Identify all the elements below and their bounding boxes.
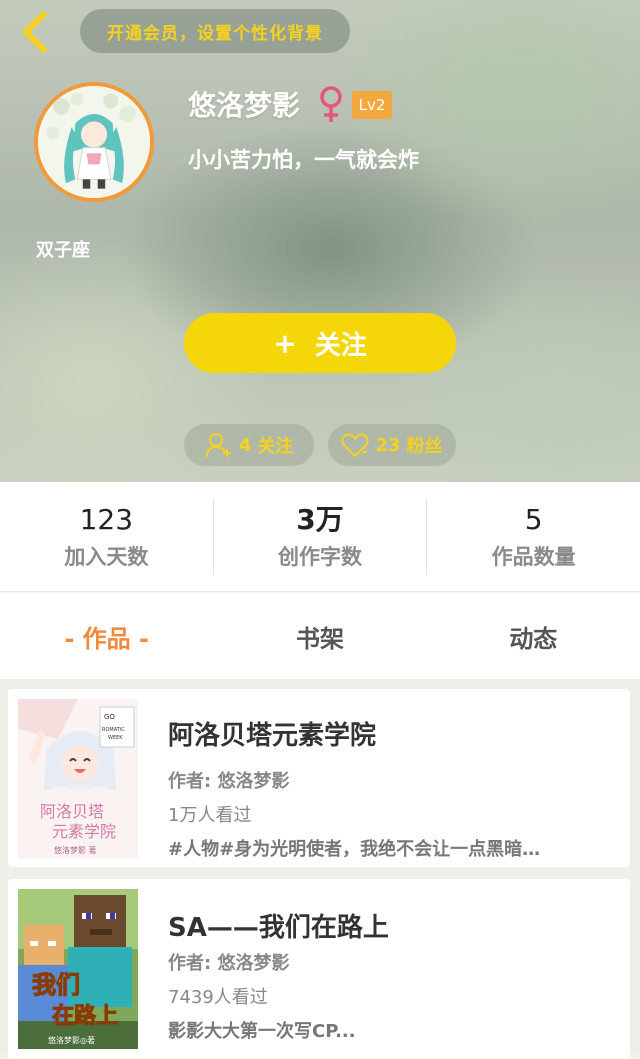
back-button[interactable] [16,8,56,56]
cover-author-text: 悠洛梦影◎著 [48,1035,95,1045]
follow-button-label: 关注 [314,330,367,361]
bio-text: 小小苦力怕，一气就会炸 [188,148,419,172]
cover-title-line1: 我们 [32,971,80,999]
work-title: 阿洛贝塔元素学院 [168,721,377,751]
following-label: 关注 [257,436,294,457]
stat-works-count: 5 作品数量 [426,498,640,575]
tab-bookshelf[interactable]: 书架 [213,593,426,679]
tab-works[interactable]: - 作品 - [0,593,213,679]
stat-value: 3万 [296,502,344,536]
work-card[interactable]: 我们 在路上 悠洛梦影◎著 SA——我们在路上 作者: 悠洛梦影 7439人看过… [8,879,630,1059]
stat-words-written: 3万 创作字数 [212,498,427,575]
female-icon [320,86,342,122]
fans-count: 23 [375,434,401,456]
cover-image: GO ROMATIC WEEK 阿洛贝塔 元素学院 悠洛梦影 著 [18,699,138,859]
follow-button[interactable]: + 关注 [184,313,456,373]
zodiac-label: 双子座 [36,240,90,261]
following-count-button[interactable]: 4 关注 [184,424,314,466]
chevron-left-icon [23,11,47,53]
fans-count-button[interactable]: 23 粉丝 [328,424,456,466]
work-description: #人物#身为光明使者，我绝不会让一点黑暗… [168,839,541,860]
heart-icon [341,433,370,457]
work-views: 7439人看过 [168,987,268,1008]
stat-days-joined: 123 加入天数 [0,498,213,575]
profile-header: 开通会员，设置个性化背景 悠洛梦影 Lv2 小小苦力怕，一气就会炸 双子座 + [0,0,640,482]
cover-title-line2: 在路上 [52,1003,118,1029]
cover-title-line2: 元素学院 [52,822,116,841]
stat-label: 加入天数 [64,544,149,569]
works-list: GO ROMATIC WEEK 阿洛贝塔 元素学院 悠洛梦影 著 阿洛贝塔元素学… [0,679,640,1059]
following-count: 4 [238,434,252,456]
username: 悠洛梦影 [188,89,301,122]
vip-banner-text: 开通会员，设置个性化背景 [107,23,323,44]
cover-romantic-text: ROMATIC [102,727,125,733]
work-cover: 我们 在路上 悠洛梦影◎著 [18,889,138,1049]
plus-icon: + [273,326,297,360]
vip-background-banner[interactable]: 开通会员，设置个性化背景 [80,9,350,53]
work-author: 作者: 悠洛梦影 [168,771,290,792]
work-cover: GO ROMATIC WEEK 阿洛贝塔 元素学院 悠洛梦影 著 [18,699,138,859]
cover-week-text: WEEK [108,735,123,741]
work-title: SA——我们在路上 [168,913,389,943]
cover-author-text: 悠洛梦影 著 [54,845,97,855]
user-add-icon [205,433,231,458]
tab-activity[interactable]: 动态 [427,593,640,679]
avatar-image [38,86,150,198]
cover-go-text: GO [104,713,115,721]
cover-title-line1: 阿洛贝塔 [40,802,104,821]
work-author: 作者: 悠洛梦影 [168,953,290,974]
work-description: 影影大大第一次写CP... [168,1021,356,1042]
stats-bar: 123 加入天数 3万 创作字数 5 作品数量 [0,482,640,592]
work-card[interactable]: GO ROMATIC WEEK 阿洛贝塔 元素学院 悠洛梦影 著 阿洛贝塔元素学… [8,689,630,867]
avatar[interactable] [34,82,154,202]
work-views: 1万人看过 [168,805,252,826]
stat-label: 作品数量 [491,544,576,569]
stat-value: 5 [524,502,543,536]
stat-label: 创作字数 [278,544,362,569]
level-badge: Lv2 [352,91,392,119]
cover-image: 我们 在路上 悠洛梦影◎著 [18,889,138,1049]
content-tabs: - 作品 - 书架 动态 [0,593,640,679]
stat-value: 123 [79,502,134,536]
fans-label: 粉丝 [406,436,443,457]
